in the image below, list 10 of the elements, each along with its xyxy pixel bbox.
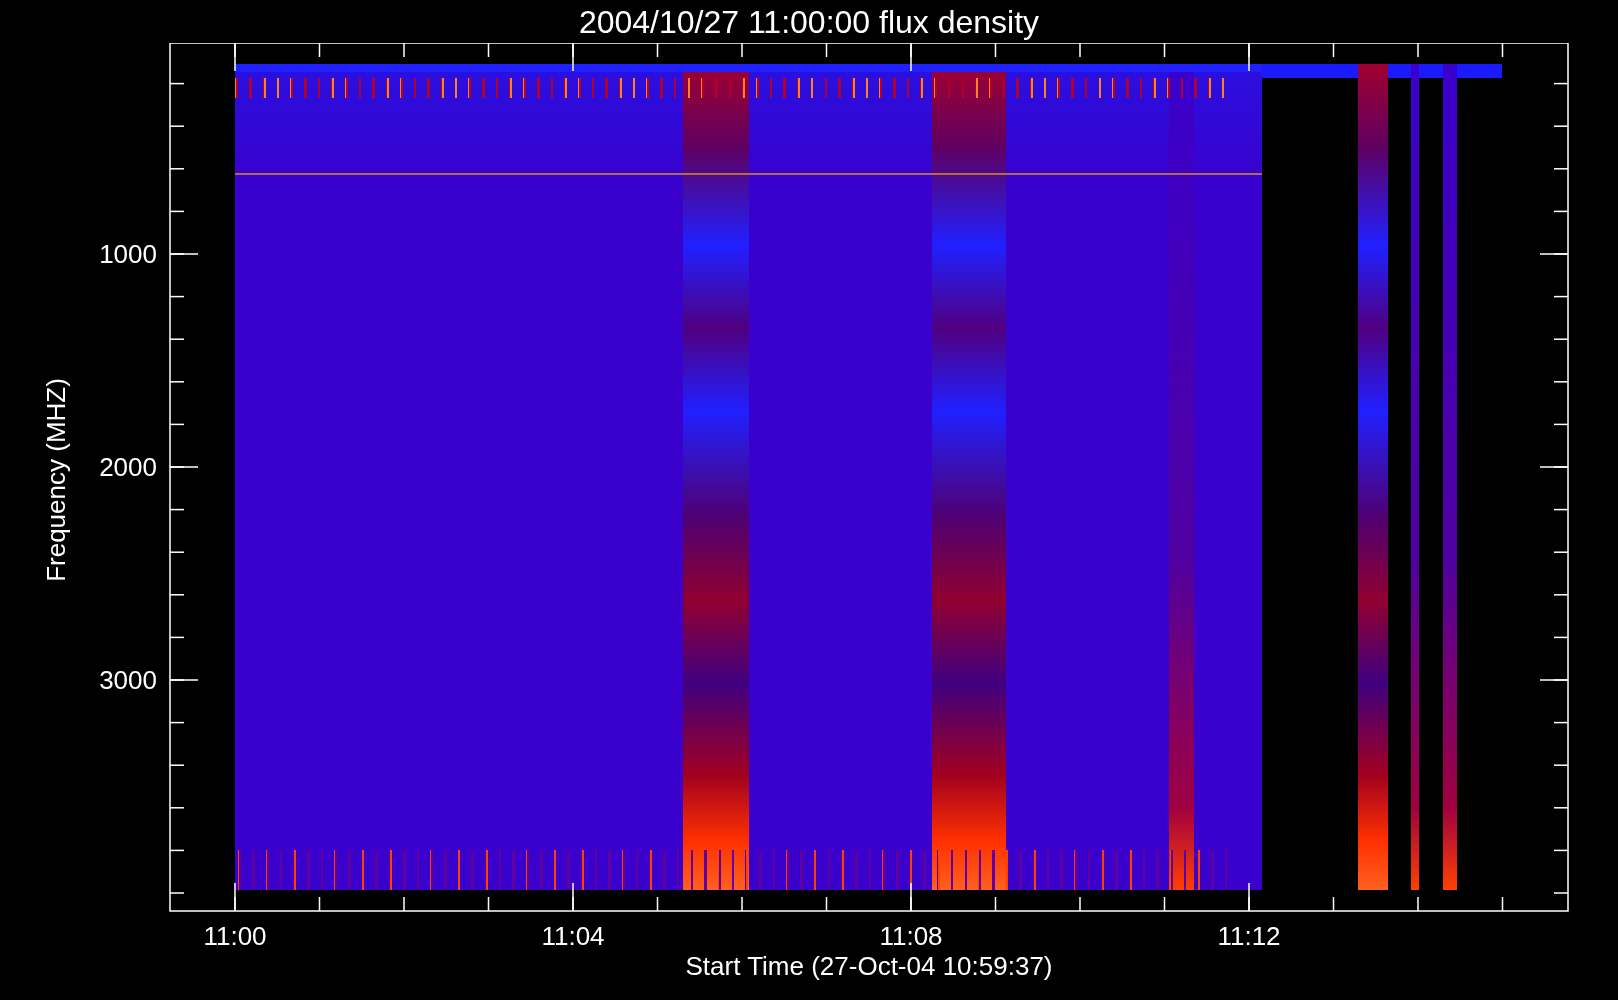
x-tick-label: 11:00	[203, 921, 267, 951]
y-tick-label: 3000	[99, 665, 157, 695]
plot-title: 2004/10/27 11:00:00 flux density	[578, 5, 1040, 38]
x-tick-label: 11:12	[1217, 921, 1281, 951]
x-tick-label: 11:04	[541, 921, 605, 951]
y-axis-label: Frequency (MHZ)	[41, 378, 71, 582]
y-tick-label: 2000	[99, 452, 157, 482]
x-tick-label: 11:08	[879, 921, 943, 951]
y-tick-label: 1000	[99, 239, 157, 269]
x-axis-label: Start Time (27-Oct-04 10:59:37)	[685, 951, 1053, 981]
